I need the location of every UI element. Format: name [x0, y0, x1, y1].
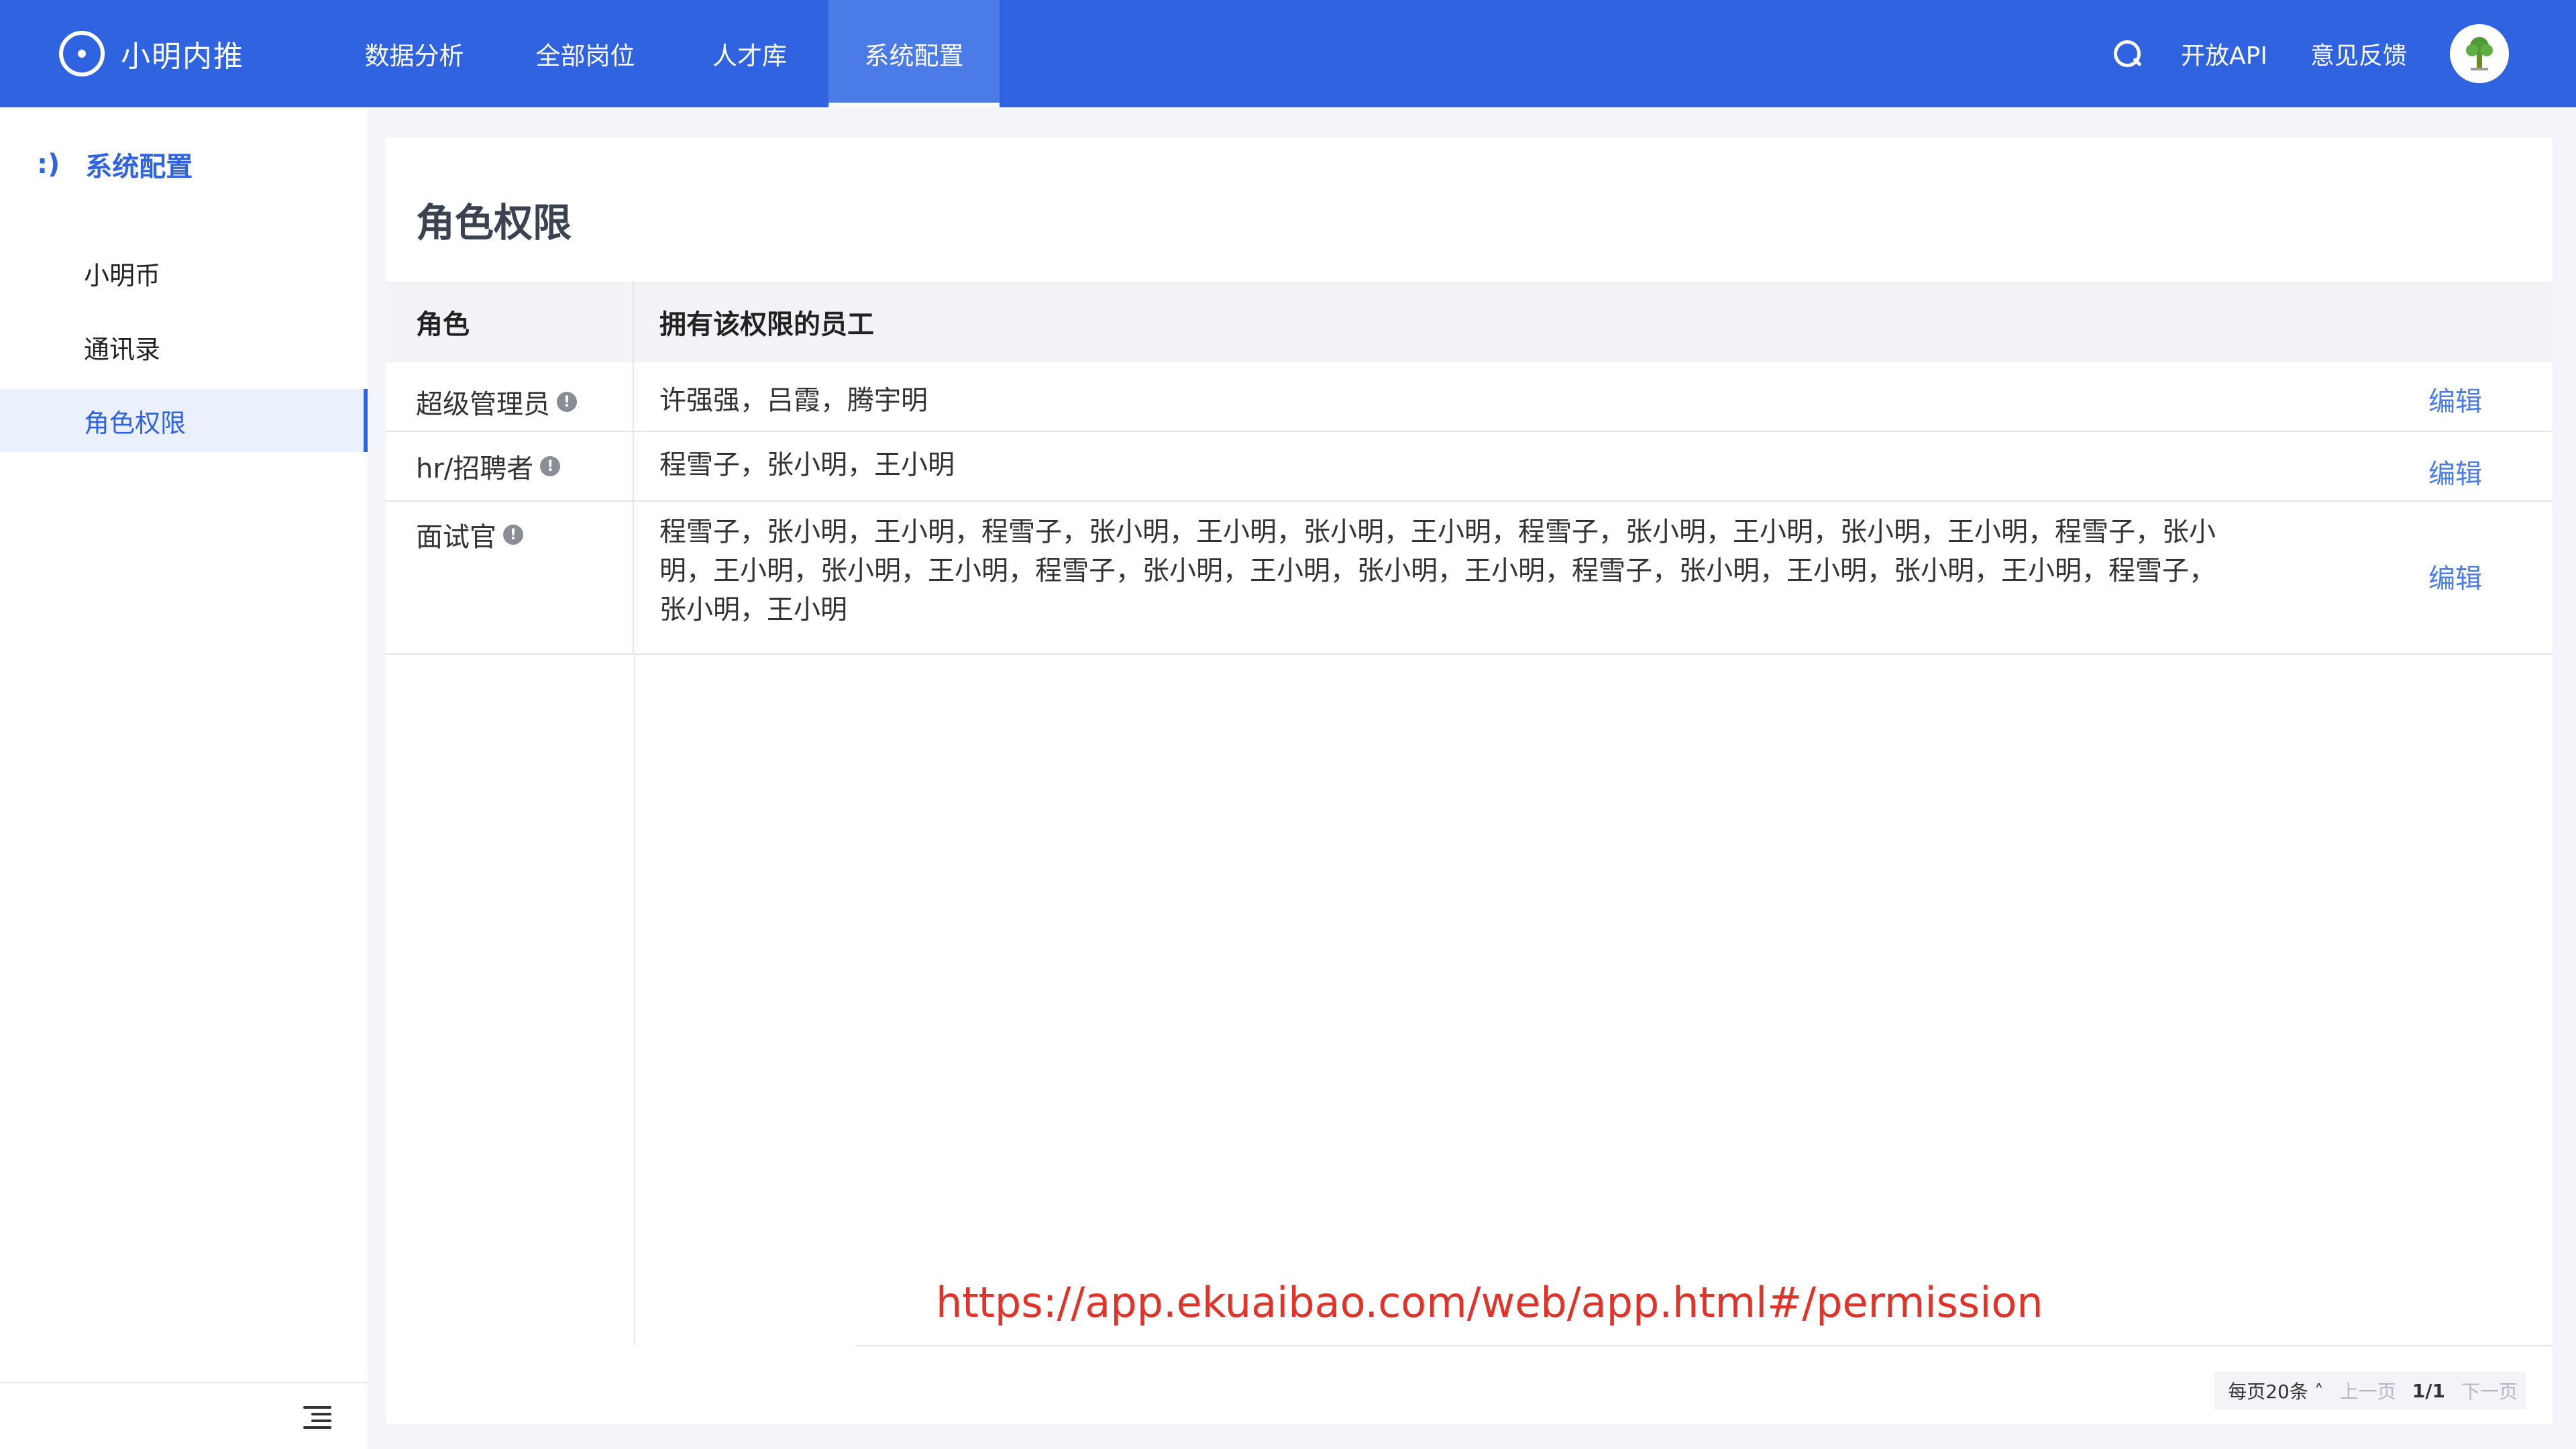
- page-size-select[interactable]: 每页20条 ˄: [2228, 1377, 2324, 1404]
- sidebar-item-label: 通讯录: [84, 334, 161, 364]
- url-annotation: https://app.ekuaibao.com/web/app.html#/p…: [936, 1278, 2043, 1327]
- staff-cell: 许强强，吕霞，腾宇明: [659, 385, 928, 416]
- table-row: 面试官 ! 程雪子，张小明，王小明，程雪子，张小明，王小明，张小明，王小明，程雪…: [386, 502, 2553, 655]
- edit-button[interactable]: 编辑: [2428, 452, 2482, 491]
- top-right-actions: 开放API 意见反馈: [2108, 0, 2509, 107]
- role-cell: hr/招聘者 !: [386, 432, 634, 500]
- pagination: 每页20条 ˄ 上一页 1/1 下一页: [2214, 1372, 2526, 1409]
- staff-cell: 程雪子，张小明，王小明，程雪子，张小明，王小明，张小明，王小明，程雪子，张小明，…: [659, 517, 2216, 625]
- nav-item-data-analysis[interactable]: 数据分析: [329, 0, 500, 107]
- avatar[interactable]: [2450, 24, 2509, 83]
- collapse-menu-icon[interactable]: [303, 1406, 331, 1429]
- main-nav: 数据分析 全部岗位 人才库 系统配置: [329, 0, 1000, 107]
- role-cell: 超级管理员 !: [386, 362, 634, 431]
- role-cell: 面试官 !: [386, 502, 634, 653]
- table-row: 超级管理员 ! 许强强，吕霞，腾宇明 编辑: [386, 362, 2553, 432]
- top-navbar: 小明内推 数据分析 全部岗位 人才库 系统配置 开放API 意见反馈: [0, 0, 2576, 107]
- role-name: hr/招聘者: [416, 453, 534, 484]
- nav-item-talent-pool[interactable]: 人才库: [671, 0, 828, 107]
- sidebar-item-label: 角色权限: [84, 408, 186, 438]
- logo-icon: [59, 31, 105, 76]
- main-panel: 角色权限 角色 拥有该权限的员工 超级管理员 ! 许强强，吕霞，腾宇明 编辑 h…: [386, 138, 2553, 1424]
- sidebar-item-role-permissions[interactable]: 角色权限: [0, 389, 368, 452]
- feedback-link[interactable]: 意见反馈: [2310, 36, 2407, 71]
- role-name: 超级管理员: [416, 389, 550, 420]
- permissions-table: 角色 拥有该权限的员工 超级管理员 ! 许强强，吕霞，腾宇明 编辑 hr/招聘者…: [386, 282, 2553, 655]
- nav-item-system-config[interactable]: 系统配置: [828, 0, 1000, 107]
- prev-page-button[interactable]: 上一页: [2340, 1377, 2396, 1404]
- page-title: 角色权限: [416, 200, 572, 246]
- page-size-label: 每页20条: [2228, 1381, 2308, 1403]
- sidebar-header: :) 系统配置: [37, 141, 193, 188]
- search-icon[interactable]: [2108, 35, 2146, 72]
- next-page-button[interactable]: 下一页: [2461, 1377, 2518, 1404]
- chevron-up-icon: ˄: [2314, 1381, 2324, 1403]
- edit-button[interactable]: 编辑: [2428, 380, 2482, 419]
- nav-item-label: 人才库: [712, 42, 787, 70]
- column-header-role: 角色: [386, 282, 634, 362]
- sidebar: :) 系统配置 小明币 通讯录 角色权限: [0, 107, 368, 1449]
- role-name: 面试官: [416, 522, 496, 553]
- sidebar-header-label: 系统配置: [85, 152, 193, 182]
- nav-item-label: 系统配置: [864, 42, 964, 70]
- avatar-image: [2466, 37, 2493, 70]
- app-logo[interactable]: 小明内推: [59, 0, 244, 107]
- table-header: 角色 拥有该权限的员工: [386, 282, 2553, 362]
- info-icon[interactable]: !: [503, 525, 523, 545]
- sidebar-item-contacts[interactable]: 通讯录: [0, 315, 368, 378]
- column-header-staff: 拥有该权限的员工: [659, 309, 874, 340]
- table-bottom-border: [855, 1345, 2553, 1346]
- info-icon[interactable]: !: [557, 392, 577, 412]
- edit-button[interactable]: 编辑: [2428, 557, 2482, 596]
- staff-cell: 程雪子，张小明，王小明: [659, 449, 955, 480]
- sidebar-footer: [0, 1382, 368, 1449]
- app-name: 小明内推: [121, 40, 244, 74]
- sidebar-item-label: 小明币: [84, 260, 161, 290]
- sidebar-item-coins[interactable]: 小明币: [0, 241, 368, 305]
- column-divider: [634, 654, 635, 1345]
- info-icon[interactable]: !: [540, 456, 561, 476]
- nav-item-all-positions[interactable]: 全部岗位: [500, 0, 671, 107]
- smile-icon: :): [37, 149, 60, 180]
- nav-item-label: 全部岗位: [535, 42, 635, 70]
- page-indicator: 1/1: [2412, 1379, 2445, 1402]
- nav-item-label: 数据分析: [364, 42, 464, 70]
- table-row: hr/招聘者 ! 程雪子，张小明，王小明 编辑: [386, 432, 2553, 502]
- open-api-link[interactable]: 开放API: [2181, 36, 2267, 71]
